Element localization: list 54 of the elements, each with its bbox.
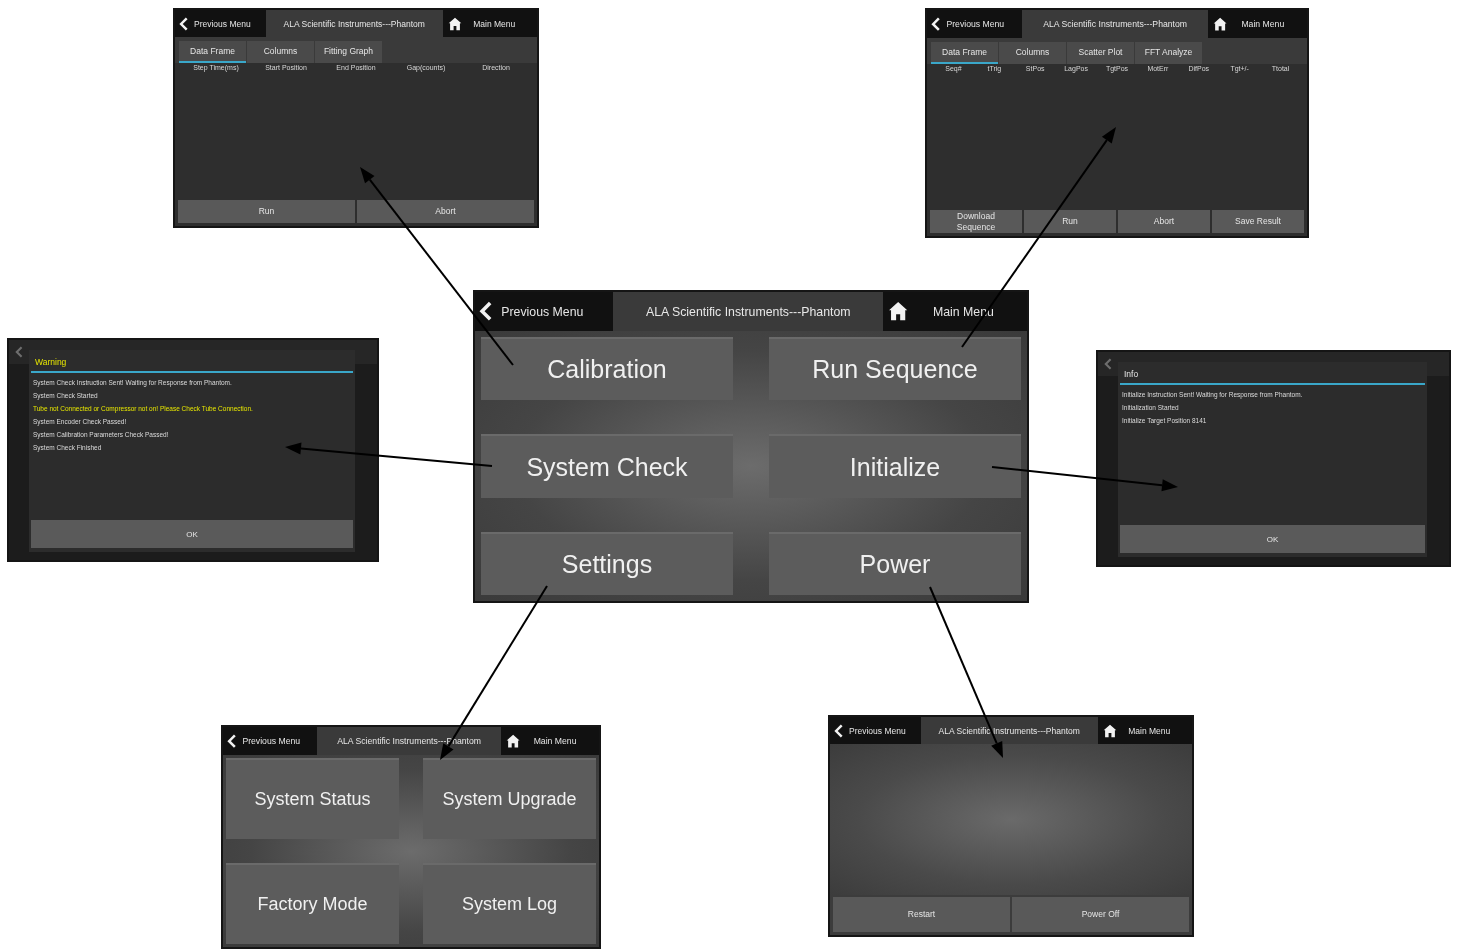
action-button[interactable]: Run (1024, 210, 1116, 233)
home-icon[interactable] (1213, 16, 1228, 31)
previous-menu-button[interactable]: Previous Menu (830, 717, 921, 744)
home-icon[interactable] (888, 301, 909, 322)
previous-menu-button[interactable]: Previous Menu (175, 10, 266, 37)
window-title: ALA Scientific Instruments---Phantom (336, 734, 483, 748)
tab[interactable]: Columns (999, 41, 1066, 64)
tab[interactable]: Data Frame (179, 41, 246, 63)
window-title: ALA Scientific Instruments---Phantom (282, 17, 426, 31)
previous-menu-button[interactable]: Previous Menu (475, 292, 613, 332)
tab[interactable]: Data Frame (931, 41, 998, 64)
menu-button[interactable]: Calibration (481, 337, 733, 401)
menu-button[interactable]: Settings (481, 531, 733, 595)
menu-button[interactable]: System Upgrade (423, 757, 596, 839)
action-button[interactable]: Power Off (1012, 897, 1189, 932)
dialog-title: Warning (31, 350, 353, 373)
action-button[interactable]: Save Result (1212, 210, 1304, 233)
menu-button[interactable]: System Log (423, 862, 596, 944)
main-menu-button[interactable]: Main Menu (501, 727, 599, 755)
main-menu-button[interactable]: Main Menu (442, 10, 537, 37)
main-menu-button[interactable]: Main Menu (883, 292, 1027, 332)
tab[interactable]: Columns (247, 41, 314, 63)
back-icon[interactable] (227, 733, 237, 748)
tab[interactable]: Fitting Graph (315, 41, 382, 63)
action-button[interactable]: Run (178, 200, 355, 223)
previous-menu-button[interactable]: Previous Menu (927, 10, 1022, 38)
menu-button[interactable]: Factory Mode (226, 862, 399, 944)
back-icon[interactable] (479, 301, 494, 322)
home-icon[interactable] (1102, 723, 1117, 738)
home-icon[interactable] (447, 16, 462, 31)
action-button[interactable]: Abort (357, 200, 534, 223)
back-icon[interactable] (179, 16, 189, 31)
ok-button[interactable]: OK (1120, 525, 1425, 553)
home-icon[interactable] (506, 733, 521, 748)
menu-button[interactable]: System Status (226, 757, 399, 839)
main-menu-button[interactable]: Main Menu (1097, 717, 1192, 744)
dialog-title: Info (1120, 362, 1425, 385)
window-title: ALA Scientific Instruments---Phantom (937, 724, 1081, 738)
tab[interactable]: Scatter Plot (1067, 41, 1134, 64)
previous-menu-button[interactable]: Previous Menu (223, 727, 317, 755)
menu-button[interactable]: System Check (481, 434, 733, 498)
back-icon[interactable] (931, 16, 941, 31)
menu-button[interactable]: Run Sequence (769, 337, 1021, 401)
menu-button[interactable]: Power (769, 531, 1021, 595)
ok-button[interactable]: OK (31, 520, 353, 548)
action-button[interactable]: Abort (1118, 210, 1210, 233)
window-title: ALA Scientific Instruments---Phantom (644, 303, 852, 321)
menu-button[interactable]: Initialize (769, 434, 1021, 498)
action-button[interactable]: Download Sequence (930, 210, 1022, 233)
main-menu-button[interactable]: Main Menu (1208, 10, 1307, 38)
action-button[interactable]: Restart (833, 897, 1010, 932)
back-icon[interactable] (834, 723, 844, 738)
window-title: ALA Scientific Instruments---Phantom (1042, 17, 1189, 31)
tab[interactable]: FFT Analyze (1135, 41, 1202, 64)
